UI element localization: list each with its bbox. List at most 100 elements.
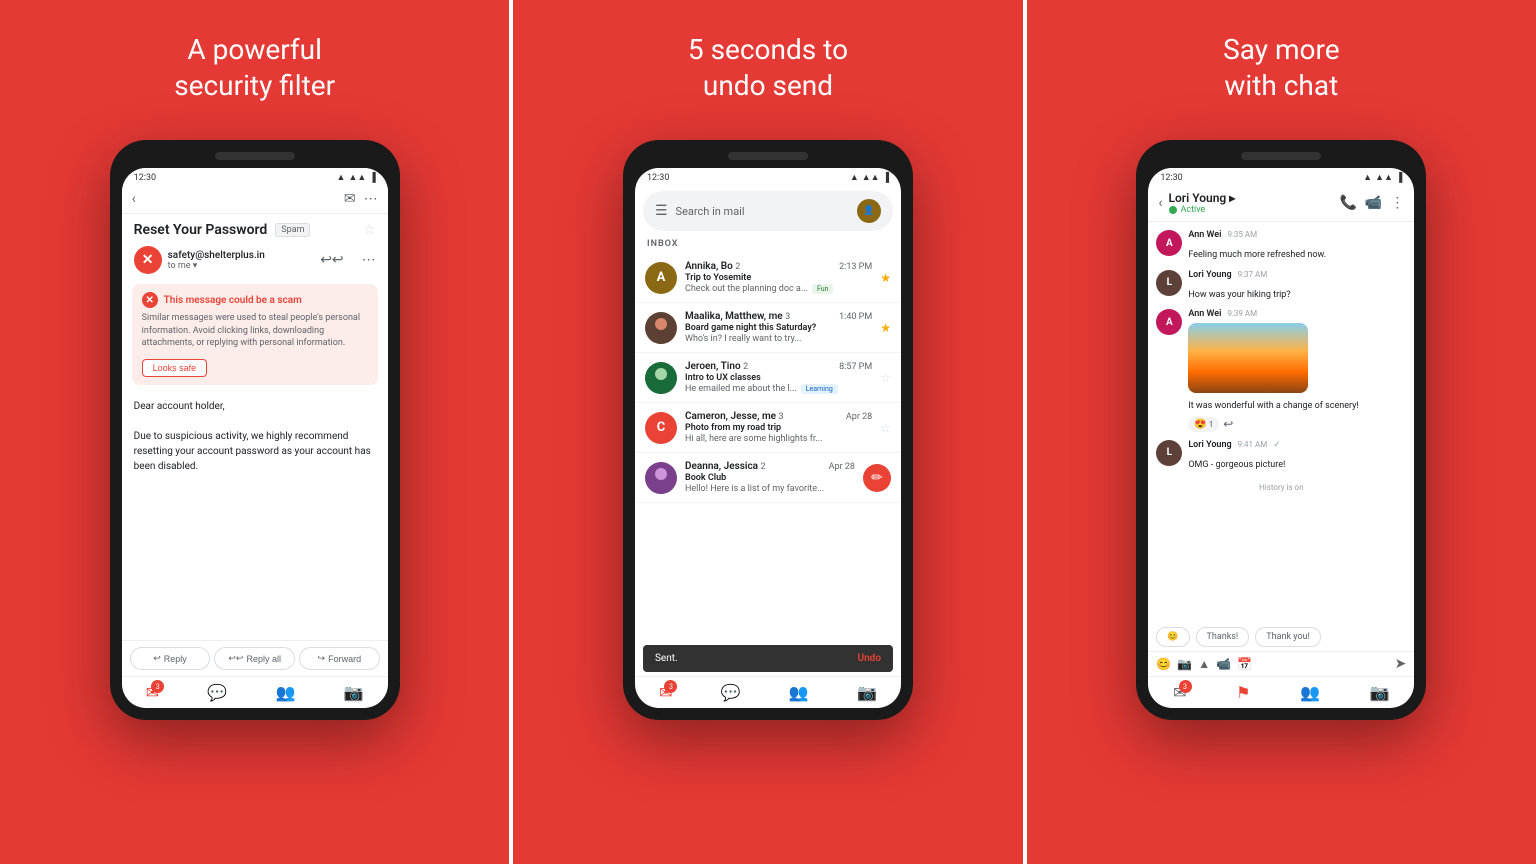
row-sender: Cameron, Jesse, me 3 bbox=[685, 411, 784, 422]
undo-button[interactable]: Undo bbox=[858, 653, 881, 664]
nav-chat[interactable]: 💬 bbox=[207, 683, 227, 702]
forward-button[interactable]: ↪ Forward bbox=[299, 647, 380, 670]
scam-title: This message could be a scam bbox=[164, 295, 302, 306]
scam-alert-icon: ✕ bbox=[142, 292, 158, 308]
phone2-screen: 12:30 ▲ ▲▲ ▐ ☰ Search in mail 👤 INBOX bbox=[635, 168, 901, 708]
looks-safe-button[interactable]: Looks safe bbox=[142, 359, 208, 377]
email-row[interactable]: Jeroen, Tino 2 8:57 PM Intro to UX class… bbox=[635, 353, 901, 403]
mail-badge-p2: 3 bbox=[664, 680, 677, 693]
snackbar-text: Sent. bbox=[655, 653, 678, 664]
p2-status-time: 12:30 bbox=[647, 173, 669, 183]
emoji-input-icon[interactable]: 😊 bbox=[1156, 657, 1171, 671]
user-avatar[interactable]: 👤 bbox=[857, 199, 881, 223]
star-empty-icon2[interactable]: ☆ bbox=[880, 421, 891, 435]
phone1-notch bbox=[215, 152, 295, 160]
msg-time: 9:39 AM bbox=[1227, 309, 1257, 318]
nav-mail-p3[interactable]: ✉ 3 bbox=[1173, 683, 1186, 702]
phone3-notch bbox=[1241, 152, 1321, 160]
phone1-screen: 12:30 ▲ ▲▲ ▐ ‹ ✉ ⋯ Reset Your Password S… bbox=[122, 168, 388, 708]
status-time: 12:30 bbox=[134, 173, 156, 183]
send-button[interactable]: ➤ bbox=[1395, 656, 1407, 672]
row-sender: Jeroen, Tino 2 bbox=[685, 361, 748, 372]
phone2-status-bar: 12:30 ▲ ▲▲ ▐ bbox=[635, 168, 901, 185]
panel1-title: A powerful security filter bbox=[174, 32, 335, 112]
email-row[interactable]: Maalika, Matthew, me 3 1:40 PM Board gam… bbox=[635, 303, 901, 353]
msg-time: 9:41 AM bbox=[1238, 440, 1268, 449]
email-row[interactable]: Deanna, Jessica 2 Apr 28 Book Club Hello… bbox=[635, 453, 901, 503]
more-button[interactable]: ⋯ bbox=[364, 191, 378, 207]
row-avatar bbox=[645, 362, 677, 394]
nav-spaces[interactable]: 👥 bbox=[275, 683, 295, 702]
more-chat-icon[interactable]: ⋮ bbox=[1390, 195, 1404, 211]
video-input-icon[interactable]: 📹 bbox=[1216, 657, 1231, 671]
video-call-icon[interactable]: 📹 bbox=[1365, 195, 1382, 211]
row-header: Jeroen, Tino 2 8:57 PM bbox=[685, 361, 872, 372]
email-greeting: Dear account holder, bbox=[134, 399, 376, 414]
battery-icon: ▐ bbox=[369, 172, 375, 183]
nav-mail-p2[interactable]: ✉ 3 bbox=[659, 683, 672, 702]
wifi-icon: ▲ bbox=[337, 172, 346, 183]
tag-fun: Fun bbox=[812, 284, 834, 294]
hamburger-icon[interactable]: ☰ bbox=[655, 203, 668, 219]
msg-text: Feeling much more refreshed now. bbox=[1188, 250, 1326, 260]
chat-back-button[interactable]: ‹ bbox=[1158, 195, 1162, 211]
p2-battery-icon: ▐ bbox=[883, 172, 889, 183]
nav-meet-p2[interactable]: 📷 bbox=[857, 683, 877, 702]
panel-security: A powerful security filter 12:30 ▲ ▲▲ ▐ … bbox=[0, 0, 509, 864]
add-reaction-icon[interactable]: ↩ bbox=[1223, 417, 1233, 431]
nav-flag-p3[interactable]: ⚑ bbox=[1236, 683, 1250, 702]
reaction-badge[interactable]: 😍 1 bbox=[1188, 417, 1219, 432]
msg-content: Lori Young 9:37 AM How was your hiking t… bbox=[1188, 270, 1406, 302]
nav-meet-p3[interactable]: 📷 bbox=[1370, 683, 1390, 702]
msg-text: OMG - gorgeous picture! bbox=[1188, 460, 1285, 470]
email-row[interactable]: C Cameron, Jesse, me 3 Apr 28 Photo from… bbox=[635, 403, 901, 453]
star-empty-icon[interactable]: ☆ bbox=[880, 371, 891, 385]
msg-sender: Lori Young bbox=[1188, 270, 1231, 280]
compose-fab[interactable]: ✏ bbox=[863, 464, 891, 492]
row-header: Maalika, Matthew, me 3 1:40 PM bbox=[685, 311, 872, 322]
reply-all-button[interactable]: ↩↩ Reply all bbox=[214, 647, 295, 670]
nav-spaces-p3[interactable]: 👥 bbox=[1300, 683, 1320, 702]
spaces-nav-icon: 👥 bbox=[275, 683, 295, 702]
msg-reactions: 😍 1 ↩ bbox=[1188, 417, 1406, 432]
nav-spaces-p2[interactable]: 👥 bbox=[789, 683, 809, 702]
nav-mail[interactable]: ✉ 3 bbox=[146, 683, 159, 702]
msg-avatar: L bbox=[1156, 440, 1182, 466]
row-subject: Board game night this Saturday? bbox=[685, 323, 872, 333]
nav-chat-p2[interactable]: 💬 bbox=[721, 683, 741, 702]
p3-wifi-icon: ▲ bbox=[1363, 172, 1372, 183]
reply-button[interactable]: ↩ Reply bbox=[130, 647, 211, 670]
star-icon[interactable]: ☆ bbox=[363, 222, 376, 238]
drive-input-icon[interactable]: ▲ bbox=[1198, 657, 1210, 671]
row-subject: Trip to Yosemite bbox=[685, 273, 872, 283]
row-content: Cameron, Jesse, me 3 Apr 28 Photo from m… bbox=[685, 411, 872, 444]
quick-reply-thankyou[interactable]: Thank you! bbox=[1255, 627, 1321, 647]
email-row[interactable]: A Annika, Bo 2 2:13 PM Trip to Yosemite … bbox=[635, 253, 901, 303]
reply-icon: ↩↩ bbox=[320, 252, 343, 268]
chat-input-bar: 😊 📷 ▲ 📹 📅 ➤ bbox=[1148, 651, 1414, 676]
search-input[interactable]: Search in mail bbox=[676, 205, 849, 218]
star-filled-icon2[interactable]: ★ bbox=[880, 321, 891, 335]
search-bar[interactable]: ☰ Search in mail 👤 bbox=[643, 191, 893, 231]
quick-reply-emoji[interactable]: 😊 bbox=[1156, 627, 1189, 647]
msg-content: Ann Wei 9:35 AM Feeling much more refres… bbox=[1188, 230, 1406, 262]
quick-replies: 😊 Thanks! Thank you! bbox=[1148, 623, 1414, 651]
star-filled-icon[interactable]: ★ bbox=[880, 271, 891, 285]
nav-meet[interactable]: 📷 bbox=[344, 683, 364, 702]
camera-input-icon[interactable]: 📷 bbox=[1177, 657, 1192, 671]
email-subject: Reset Your Password Spam ☆ bbox=[122, 214, 388, 242]
phone-call-icon[interactable]: 📞 bbox=[1339, 195, 1356, 211]
spaces-nav-icon-p3: 👥 bbox=[1300, 683, 1320, 702]
msg-sender: Ann Wei bbox=[1188, 309, 1221, 319]
status-icons: ▲ ▲▲ ▐ bbox=[337, 172, 376, 183]
quick-reply-thanks[interactable]: Thanks! bbox=[1196, 627, 1250, 647]
tag-learning: Learning bbox=[801, 384, 838, 394]
snackbar: Sent. Undo bbox=[643, 645, 893, 672]
spaces-nav-icon-p2: 👥 bbox=[789, 683, 809, 702]
msg-avatar: A bbox=[1156, 230, 1182, 256]
row-time: 2:13 PM bbox=[839, 262, 872, 272]
msg-text: How was your hiking trip? bbox=[1188, 290, 1290, 300]
more-sender-icon[interactable]: ⋯ bbox=[362, 252, 376, 268]
back-button[interactable]: ‹ bbox=[132, 191, 136, 207]
calendar-input-icon[interactable]: 📅 bbox=[1237, 657, 1252, 671]
